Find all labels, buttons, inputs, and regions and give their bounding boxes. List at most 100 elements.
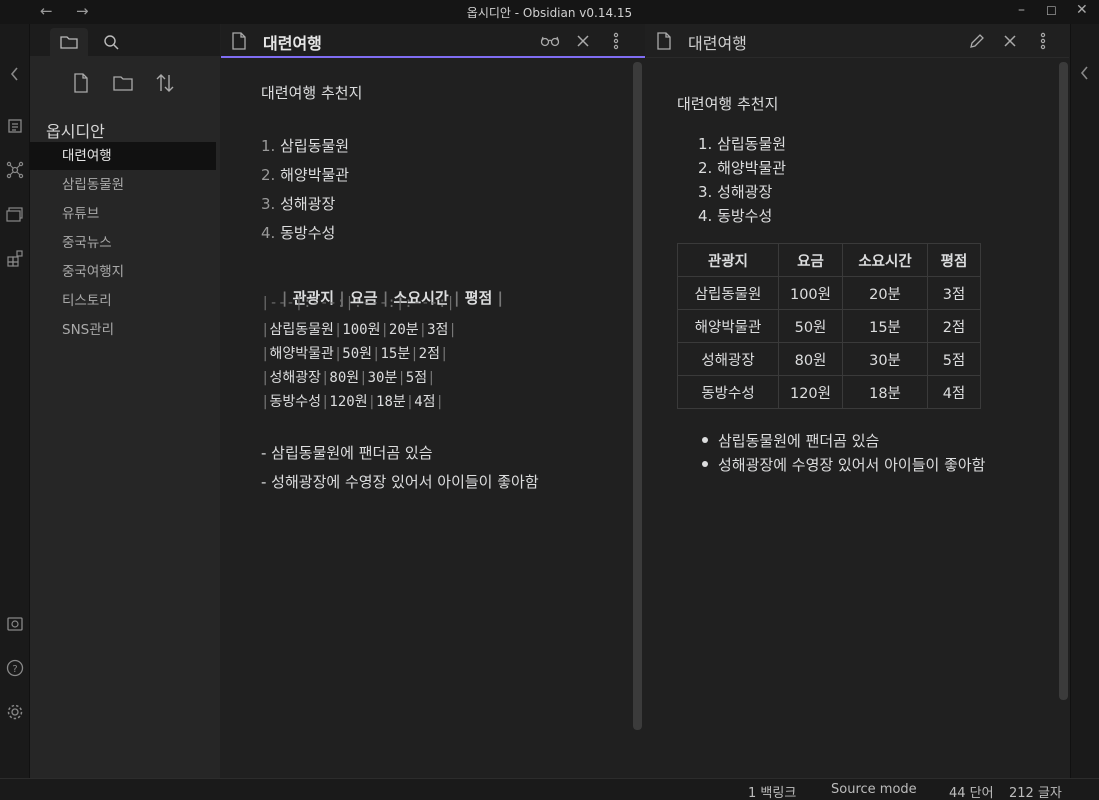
status-bar: 1 백링크 Source mode 44 단어 212 글자 bbox=[0, 778, 1099, 800]
new-folder-icon[interactable] bbox=[110, 70, 136, 96]
preview-title[interactable]: 대련여행 bbox=[688, 30, 747, 54]
title-bar: ← → 옵시디안 - Obsidian v0.14.15 – ☐ ✕ bbox=[0, 0, 1099, 24]
editor-bullet-item[interactable]: - 삼립동물원에 팬더곰 있슴 bbox=[261, 442, 433, 463]
editor-title[interactable]: 대련여행 bbox=[263, 30, 322, 54]
list-number: 4. bbox=[261, 224, 276, 242]
help-icon[interactable]: ? bbox=[5, 658, 25, 678]
preview-scrollbar[interactable] bbox=[1059, 62, 1068, 700]
minimize-icon[interactable]: – bbox=[1018, 2, 1025, 18]
word-count: 44 단어 bbox=[949, 786, 994, 800]
table-cell-source: 20분 bbox=[388, 322, 419, 338]
reading-view-icon[interactable] bbox=[539, 30, 561, 52]
file-explorer-sidebar: 옵시디안 대련여행 삼립동물원 유튜브 중국뉴스 중국여행지 티스토리 SNS관리 bbox=[30, 24, 220, 778]
close-window-icon[interactable]: ✕ bbox=[1076, 2, 1088, 18]
svg-text:?: ? bbox=[12, 664, 17, 675]
list-number: 3. bbox=[261, 195, 276, 213]
table-cell: 5점 bbox=[927, 342, 981, 376]
sort-icon[interactable] bbox=[152, 70, 178, 96]
editor-table-row[interactable]: |삼립동물원|100원|20분|3점| bbox=[261, 319, 457, 339]
file-item[interactable]: 유튜브 bbox=[30, 200, 216, 228]
maximize-icon[interactable]: ☐ bbox=[1046, 4, 1057, 18]
right-ribbon bbox=[1070, 24, 1099, 778]
list-text: 동방수성 bbox=[280, 224, 336, 242]
table-cell-source: 성해광장 bbox=[269, 370, 321, 386]
backlinks-count[interactable]: 1 백링크 bbox=[748, 782, 796, 800]
file-item[interactable]: 중국여행지 bbox=[30, 258, 216, 286]
editor-list-item[interactable]: 1. 삼립동물원 bbox=[261, 135, 349, 156]
table-header-cell: 소요시간 bbox=[842, 243, 928, 277]
preview-pane: 대련여행 대련여행 추천지 1. 삼립동물원 2. 해양박물관 3. 성해광장 4. … bbox=[646, 24, 1069, 778]
table-cell: 2점 bbox=[927, 309, 981, 343]
table-cell-source: 2점 bbox=[418, 346, 440, 362]
table-row: 삼립동물원 100원 20분 3점 bbox=[677, 276, 981, 310]
file-item[interactable]: SNS관리 bbox=[30, 316, 216, 344]
table-cell-source: 100원 bbox=[342, 322, 381, 338]
table-cell-source: 18분 bbox=[376, 394, 406, 410]
close-icon[interactable] bbox=[572, 30, 594, 52]
bullet-dot bbox=[702, 436, 708, 443]
editor-list-item[interactable]: 2. 해양박물관 bbox=[261, 164, 349, 185]
ribbon: ? bbox=[0, 24, 30, 800]
table-cell: 50원 bbox=[778, 309, 843, 343]
templates-icon[interactable] bbox=[5, 204, 25, 224]
collapse-left-icon[interactable] bbox=[5, 64, 25, 84]
search-icon[interactable] bbox=[92, 28, 130, 56]
settings-icon[interactable] bbox=[5, 702, 25, 722]
graph-icon[interactable] bbox=[5, 160, 25, 180]
table-cell-source: 80원 bbox=[329, 370, 360, 386]
open-vault-icon[interactable] bbox=[5, 614, 25, 634]
more-options-icon[interactable] bbox=[1032, 30, 1054, 52]
file-item[interactable]: 중국뉴스 bbox=[30, 229, 216, 257]
edit-icon[interactable] bbox=[966, 30, 988, 52]
editor-table-row[interactable]: |성해광장|80원|30분|5점| bbox=[261, 367, 436, 387]
table-cell: 120원 bbox=[778, 375, 843, 409]
editor-bullet-item[interactable]: - 성해광장에 수영장 있어서 아이들이 좋아함 bbox=[261, 471, 539, 492]
file-item[interactable]: 티스토리 bbox=[30, 287, 216, 315]
table-cell: 30분 bbox=[842, 342, 928, 376]
document-icon bbox=[657, 32, 671, 50]
list-text: 삼립동물원 bbox=[280, 137, 350, 155]
preview-pane-header: 대련여행 bbox=[646, 24, 1069, 58]
editor-mode[interactable]: Source mode bbox=[831, 782, 917, 797]
file-item[interactable]: 대련여행 bbox=[30, 142, 216, 170]
preview-bullet-item: 성해광장에 수영장 있어서 아이들이 좋아함 bbox=[702, 454, 985, 475]
preview-heading: 대련여행 추천지 bbox=[677, 95, 779, 113]
editor-scrollbar[interactable] bbox=[633, 62, 642, 730]
editor-pane-header: 대련여행 bbox=[221, 24, 645, 58]
editor-table-row[interactable]: |동방수성|120원|18분|4점| bbox=[261, 391, 444, 411]
table-cell-source: 삼립동물원 bbox=[269, 322, 334, 338]
vault-name[interactable]: 옵시디안 bbox=[46, 118, 105, 142]
table-cell: 동방수성 bbox=[677, 375, 779, 409]
more-options-icon[interactable] bbox=[605, 30, 627, 52]
new-note-icon[interactable] bbox=[68, 70, 94, 96]
list-text: 성해광장 bbox=[280, 195, 336, 213]
table-cell: 4점 bbox=[927, 375, 981, 409]
editor-list-item[interactable]: 3. 성해광장 bbox=[261, 193, 335, 214]
table-row: 해양박물관 50원 15분 2점 bbox=[677, 309, 981, 343]
table-cell: 삼립동물원 bbox=[677, 276, 779, 310]
table-cell: 100원 bbox=[778, 276, 843, 310]
editor-list-item[interactable]: 4. 동방수성 bbox=[261, 222, 335, 243]
table-cell: 해양박물관 bbox=[677, 309, 779, 343]
preview-bullet-item: 삼립동물원에 팬더곰 있슴 bbox=[702, 430, 879, 451]
table-cell-source: 15분 bbox=[380, 346, 411, 362]
table-cell: 20분 bbox=[842, 276, 928, 310]
file-item[interactable]: 삼립동물원 bbox=[30, 171, 216, 199]
table-cell: 15분 bbox=[842, 309, 928, 343]
file-explorer-icon[interactable] bbox=[50, 28, 88, 56]
quick-switcher-icon[interactable] bbox=[5, 116, 25, 136]
editor-heading[interactable]: 대련여행 추천지 bbox=[261, 82, 362, 103]
command-palette-icon[interactable] bbox=[5, 248, 25, 268]
table-cell-source: 50원 bbox=[342, 346, 373, 362]
table-cell-source: 5점 bbox=[405, 370, 428, 386]
collapse-right-icon[interactable] bbox=[1079, 66, 1091, 84]
preview-list-item: 1. 삼립동물원 bbox=[698, 135, 787, 153]
window-title: 옵시디안 - Obsidian v0.14.15 bbox=[466, 6, 633, 20]
close-icon[interactable] bbox=[999, 30, 1021, 52]
editor-table-separator[interactable]: |---|:---:|:---:|:---:| bbox=[261, 295, 455, 311]
table-row: 동방수성 120원 18분 4점 bbox=[677, 375, 981, 409]
editor-table-row[interactable]: |해양박물관|50원|15분|2점| bbox=[261, 343, 448, 363]
preview-list-item: 3. 성해광장 bbox=[698, 183, 773, 201]
preview-list-item: 2. 해양박물관 bbox=[698, 159, 787, 177]
list-number: 2. bbox=[261, 166, 276, 184]
